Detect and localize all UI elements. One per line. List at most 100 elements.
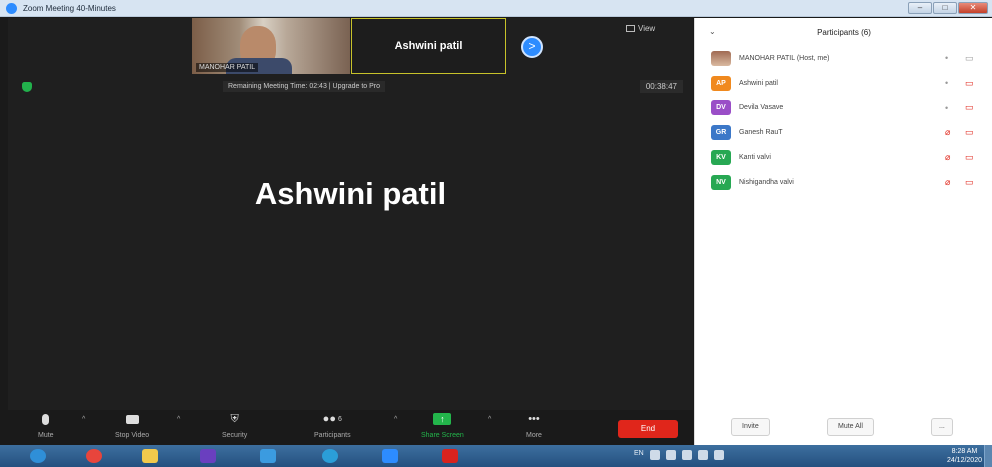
language-indicator[interactable]: EN — [634, 450, 644, 460]
participants-label: Participants — [314, 432, 351, 439]
view-label: View — [638, 24, 656, 33]
mic-muted-icon[interactable]: ⌀ — [945, 152, 950, 163]
camera-icon — [125, 413, 139, 425]
mute-button[interactable]: Mute — [38, 413, 54, 439]
participant-row[interactable]: DV Devila Vasave • ▭ — [695, 96, 992, 121]
remaining-time-banner[interactable]: Remaining Meeting Time: 02:43 | Upgrade … — [223, 81, 386, 92]
chrome-app[interactable] — [72, 447, 116, 465]
people-icon: ●● 6 — [322, 413, 342, 425]
maximize-button[interactable]: □ — [933, 2, 957, 14]
video-off-icon[interactable]: ▭ — [965, 102, 974, 113]
invite-button[interactable]: Invite — [731, 418, 770, 436]
participants-count: 6 — [337, 415, 342, 423]
video-area: MANOHAR PATIL Ashwini patil > View Remai… — [8, 18, 693, 445]
shield-icon: ⛨ — [230, 412, 239, 425]
clock-date: 24/12/2020 — [946, 457, 982, 464]
participant-avatar: DV — [711, 100, 731, 116]
notification-icon[interactable] — [681, 450, 692, 460]
video-off-icon[interactable]: ▭ — [965, 152, 974, 163]
acrobat-app-icon — [442, 449, 458, 463]
security-button[interactable]: ⛨ Security — [222, 412, 248, 440]
share-options-caret-icon[interactable]: ^ — [488, 416, 491, 423]
share-arrow-icon: ↑ — [433, 413, 452, 425]
thumbnail-name-label: MANOHAR PATIL — [196, 63, 259, 72]
video-off-icon[interactable]: ▭ — [965, 177, 974, 188]
end-meeting-button[interactable]: End — [618, 420, 678, 438]
participant-row[interactable]: GR Ganesh RauT ⌀ ▭ — [695, 120, 992, 145]
meeting-timer: 00:38:47 — [639, 80, 683, 93]
battery-icon[interactable] — [697, 450, 708, 460]
participants-list: MANOHAR PATIL (Host, me) • ▭ AP Ashwini pati… — [695, 46, 992, 195]
edge-app-icon — [322, 449, 338, 463]
internet-explorer-app-icon — [260, 449, 276, 463]
participants-panel-footer: Invite Mute All ... — [695, 414, 992, 444]
participant-avatar: GR — [711, 125, 731, 141]
more-label: More — [526, 432, 542, 439]
microphone-icon — [39, 413, 53, 425]
microphone-icon[interactable]: • — [945, 78, 948, 88]
encryption-shield-icon[interactable] — [22, 82, 32, 92]
system-tray: EN — [634, 450, 724, 460]
video-on-icon[interactable]: ▭ — [965, 53, 974, 64]
participant-name: Nishigandha valvi — [739, 178, 794, 186]
participant-name: MANOHAR PATIL (Host, me) — [739, 54, 830, 62]
active-speaker-tile[interactable]: Ashwini patil — [351, 18, 506, 74]
close-button[interactable]: ✕ — [958, 2, 988, 14]
stop-video-button[interactable]: Stop Video — [115, 413, 149, 439]
collapse-chevron-icon[interactable]: ⌄ — [709, 27, 716, 36]
chrome-app-icon — [86, 449, 102, 463]
self-video-thumbnail[interactable]: MANOHAR PATIL — [192, 18, 350, 74]
ellipsis-icon: ••• — [528, 413, 540, 425]
taskbar-clock[interactable]: 8:28 AM 24/12/2020 — [947, 447, 982, 465]
file-explorer-app-icon — [142, 449, 158, 463]
participants-panel-title: Participants (6) — [817, 27, 871, 37]
mute-all-button[interactable]: Mute All — [827, 418, 874, 436]
video-off-icon[interactable]: ▭ — [965, 127, 974, 138]
speaker-name: Ashwini patil — [254, 176, 447, 211]
participant-avatar: KV — [711, 150, 731, 166]
start-button-icon — [30, 449, 46, 463]
security-label: Security — [222, 432, 248, 439]
edge-app[interactable] — [308, 447, 352, 465]
stop-video-label: Stop Video — [115, 432, 150, 439]
next-page-button[interactable]: > — [521, 36, 543, 58]
start-button[interactable] — [16, 447, 60, 465]
participant-name: Kanti valvi — [739, 154, 771, 162]
network-icon[interactable] — [649, 450, 660, 460]
participant-avatar: AP — [711, 75, 731, 91]
mic-muted-icon[interactable]: ⌀ — [945, 177, 950, 188]
zoom-app[interactable] — [368, 447, 412, 465]
clock-time: 8:28 AM — [951, 448, 978, 455]
acrobat-app[interactable] — [428, 447, 472, 465]
show-desktop-button[interactable] — [984, 445, 992, 467]
mic-muted-icon[interactable]: ⌀ — [945, 127, 950, 138]
microphone-icon[interactable]: • — [945, 53, 948, 63]
share-screen-button[interactable]: ↑ Share Screen — [421, 413, 464, 439]
volume-icon[interactable] — [665, 450, 676, 460]
window-title: Zoom Meeting 40-Minutes — [23, 3, 116, 13]
microphone-icon[interactable]: • — [945, 103, 948, 113]
video-off-icon[interactable]: ▭ — [965, 78, 974, 89]
participant-row[interactable]: AP Ashwini patil • ▭ — [695, 71, 992, 96]
participant-row[interactable]: MANOHAR PATIL (Host, me) • ▭ — [695, 46, 992, 71]
participants-caret-icon[interactable]: ^ — [394, 416, 397, 423]
file-explorer-app[interactable] — [128, 447, 172, 465]
media-player-app-icon — [200, 449, 216, 463]
audio-options-caret-icon[interactable]: ^ — [82, 416, 85, 423]
video-options-caret-icon[interactable]: ^ — [177, 416, 180, 423]
minimize-button[interactable]: – — [908, 2, 932, 14]
tray-app-icon[interactable] — [713, 450, 724, 460]
internet-explorer-app[interactable] — [246, 447, 290, 465]
participant-row[interactable]: NV Nishigandha valvi ⌀ ▭ — [695, 170, 992, 195]
more-button[interactable]: ••• More — [526, 413, 542, 439]
view-button[interactable]: View — [626, 24, 655, 33]
participant-avatar — [711, 50, 731, 66]
share-screen-label: Share Screen — [421, 432, 464, 439]
zoom-app-icon — [382, 449, 398, 463]
participants-panel-header: ⌄ Participants (6) — [695, 18, 992, 46]
participants-button[interactable]: ●● 6 Participants — [314, 413, 351, 439]
media-player-app[interactable] — [186, 447, 230, 465]
windows-taskbar: EN 8:28 AM 24/12/2020 — [0, 445, 992, 467]
more-options-button[interactable]: ... — [931, 418, 953, 436]
participant-row[interactable]: KV Kanti valvi ⌀ ▭ — [695, 145, 992, 170]
